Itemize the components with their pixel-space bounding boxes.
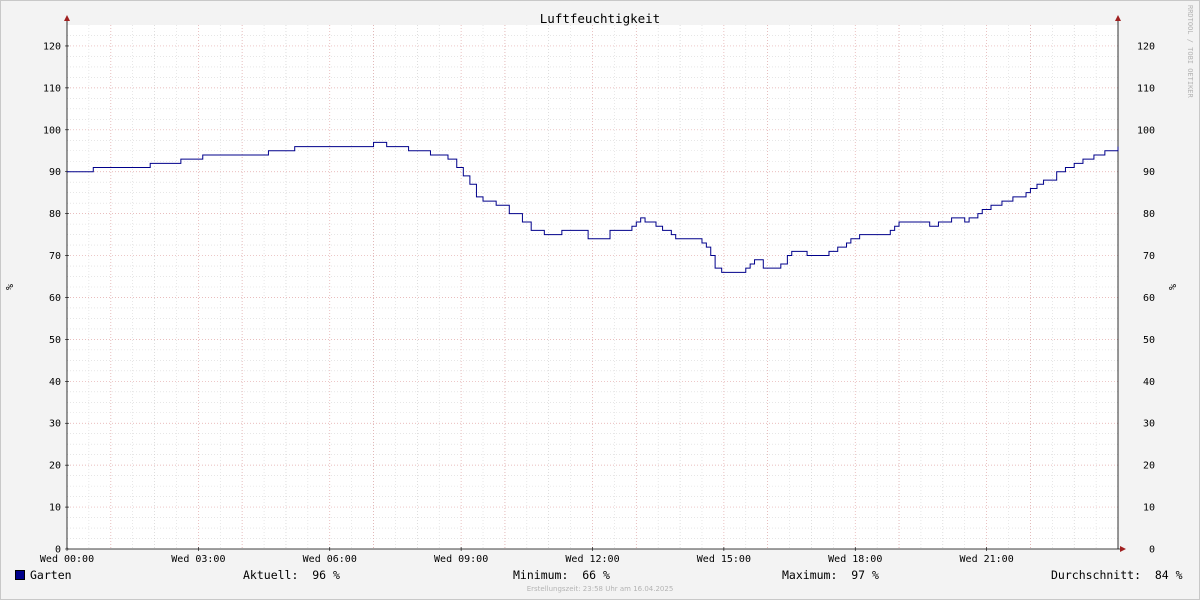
legend-series-name: Garten — [30, 568, 72, 582]
humidity-chart: 0 10 20 30 40 50 60 70 80 90 100 110 120 0 10 20 30 40 50… — [5, 11, 1179, 565]
x-tick-label: Wed 18:00 — [828, 554, 882, 565]
y-tick-label-left: 50 — [49, 335, 61, 346]
y-tick-label-left: 100 — [43, 125, 61, 136]
x-tick-label: Wed 03:00 — [171, 554, 225, 565]
y-tick-label-right: 60 — [1143, 293, 1155, 304]
y-tick-label-right: 30 — [1143, 419, 1155, 430]
y-tick-label-right: 100 — [1137, 125, 1155, 136]
y-tick-label-right: 110 — [1137, 83, 1155, 94]
y-tick-labels-left: 0102030405060708090100110120 — [43, 41, 61, 555]
y-tick-label-left: 110 — [43, 83, 61, 94]
legend-minimum: Minimum: 66 % — [513, 568, 610, 582]
x-tick-label: Wed 06:00 — [303, 554, 357, 565]
y-tick-label-right: 0 — [1149, 545, 1155, 556]
y-axis-label-right: % — [1168, 284, 1179, 290]
legend-aktuell: Aktuell: 96 % — [243, 568, 340, 582]
y-tick-label-left: 60 — [49, 293, 61, 304]
x-tick-label: Wed 09:00 — [434, 554, 488, 565]
y-tick-label-right: 70 — [1143, 251, 1155, 262]
y-tick-label-right: 80 — [1143, 209, 1155, 220]
x-tick-labels: Wed 00:00 Wed 03:00 Wed 06:00 Wed 09:00 Wed … — [40, 554, 1014, 565]
y-tick-label-right: 90 — [1143, 167, 1155, 178]
y-axis-left-arrow — [64, 15, 70, 21]
y-tick-label-right: 40 — [1143, 377, 1155, 388]
y-tick-label-left: 40 — [49, 377, 61, 388]
y-tick-labels-right: 0 10 20 30 40 50 60 70 80 90 100 110 120 — [1137, 41, 1155, 555]
y-tick-label-right: 20 — [1143, 461, 1155, 472]
x-tick-label: Wed 21:00 — [960, 554, 1014, 565]
y-axis-label-left: % — [5, 284, 16, 290]
y-tick-label-left: 120 — [43, 41, 61, 52]
y-tick-label-left: 90 — [49, 167, 61, 178]
chart-title: Luftfeuchtigkeit — [540, 11, 660, 26]
y-tick-label-left: 20 — [49, 461, 61, 472]
y-tick-label-right: 120 — [1137, 41, 1155, 52]
y-axis-right-arrow — [1115, 15, 1121, 21]
x-axis-arrow — [1120, 546, 1126, 552]
legend-maximum: Maximum: 97 % — [782, 568, 879, 582]
legend: Garten Aktuell: 96 % Minimum: 66 % Maxim… — [0, 566, 1200, 584]
x-tick-label: Wed 12:00 — [565, 554, 619, 565]
y-tick-label-right: 10 — [1143, 503, 1155, 514]
x-tick-label: Wed 15:00 — [697, 554, 751, 565]
y-tick-label-left: 80 — [49, 209, 61, 220]
y-tick-label-left: 70 — [49, 251, 61, 262]
y-tick-label-left: 30 — [49, 419, 61, 430]
x-tick-label: Wed 00:00 — [40, 554, 94, 565]
watermark-text: RRDTOOL / TOBI OETIKER — [1186, 5, 1194, 99]
rrdtool-watermark: RRDTOOL / TOBI OETIKER — [1186, 5, 1194, 99]
legend-durchschnitt: Durchschnitt: 84 % — [1051, 568, 1183, 582]
footer-timestamp: Erstellungszeit: 23:58 Uhr am 16.04.2025 — [526, 585, 674, 593]
y-tick-label-right: 50 — [1143, 335, 1155, 346]
y-tick-label-left: 10 — [49, 503, 61, 514]
